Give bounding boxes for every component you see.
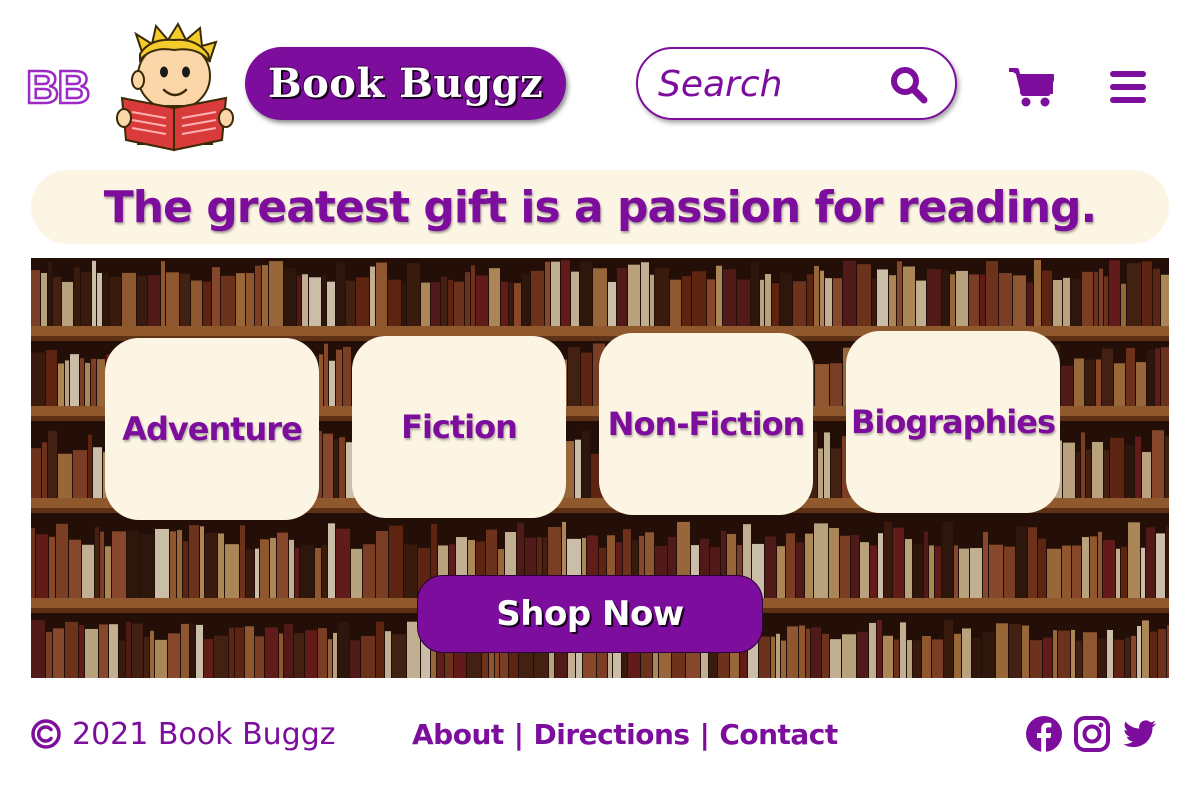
category-card-non-fiction[interactable]: Non-Fiction bbox=[599, 333, 813, 515]
hero-bookshelf: Adventure Fiction Non-Fiction Biographie… bbox=[31, 258, 1169, 678]
copyright-icon bbox=[31, 719, 61, 749]
category-card-adventure[interactable]: Adventure bbox=[105, 338, 319, 520]
footer-separator: | bbox=[699, 717, 710, 751]
instagram-icon[interactable] bbox=[1073, 715, 1111, 753]
footer-link-directions[interactable]: Directions bbox=[534, 718, 691, 751]
category-label: Biographies bbox=[850, 403, 1056, 441]
footer-link-about[interactable]: About bbox=[412, 718, 504, 751]
tagline-text: The greatest gift is a passion for readi… bbox=[103, 181, 1098, 233]
facebook-icon[interactable] bbox=[1025, 715, 1063, 753]
category-card-fiction[interactable]: Fiction bbox=[352, 336, 566, 518]
category-label: Adventure bbox=[122, 410, 303, 448]
search-icon[interactable] bbox=[890, 66, 928, 104]
hamburger-menu-icon[interactable] bbox=[1110, 70, 1146, 104]
category-label: Fiction bbox=[401, 408, 518, 446]
category-card-biographies[interactable]: Biographies bbox=[846, 331, 1060, 513]
search-bar bbox=[636, 47, 957, 120]
brand-name: Book Buggz bbox=[267, 60, 544, 107]
brand-name-banner[interactable]: Book Buggz bbox=[245, 47, 566, 120]
category-label: Non-Fiction bbox=[607, 405, 806, 443]
shop-now-label: Shop Now bbox=[496, 594, 684, 634]
cart-icon[interactable] bbox=[1008, 66, 1054, 108]
copyright-text: 2021 Book Buggz bbox=[72, 716, 336, 752]
reading-boy-mascot bbox=[116, 21, 234, 152]
search-input[interactable] bbox=[658, 61, 888, 107]
footer-nav: About | Directions | Contact bbox=[412, 712, 838, 756]
footer-link-contact[interactable]: Contact bbox=[719, 718, 838, 751]
tagline-banner: The greatest gift is a passion for readi… bbox=[31, 170, 1169, 244]
bb-logo[interactable]: BB bbox=[25, 61, 98, 114]
shop-now-button[interactable]: Shop Now bbox=[417, 575, 763, 653]
twitter-icon[interactable] bbox=[1120, 715, 1158, 753]
footer-separator: | bbox=[513, 717, 524, 751]
copyright: 2021 Book Buggz bbox=[30, 712, 336, 756]
